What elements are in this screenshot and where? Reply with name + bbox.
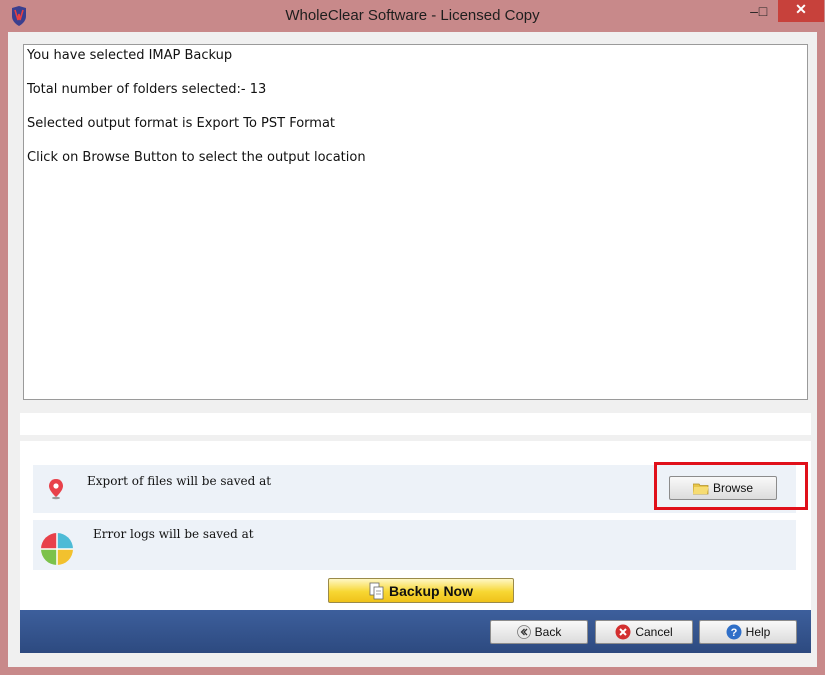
progress-strip: [20, 413, 811, 435]
browse-button[interactable]: Browse: [669, 476, 777, 500]
help-label: Help: [745, 625, 771, 639]
title-bar[interactable]: WholeClear Software - Licensed Copy – □ …: [0, 0, 825, 32]
log-line: Selected output format is Export To PST …: [27, 116, 336, 131]
folder-icon: [692, 483, 709, 494]
export-location-label: Export of files will be saved at: [87, 474, 272, 488]
cancel-label: Cancel: [635, 625, 673, 639]
location-pin-icon: [49, 479, 63, 500]
client-area: You have selected IMAP Backup Total numb…: [8, 32, 817, 667]
back-label: Back: [534, 625, 562, 639]
pie-chart-icon: [41, 533, 73, 565]
maximize-button[interactable]: □: [750, 2, 776, 22]
help-button[interactable]: ? Help: [699, 620, 797, 644]
svg-text:?: ?: [730, 627, 737, 639]
log-line: Total number of folders selected:- 13: [27, 82, 267, 97]
back-arrow-icon: [516, 625, 531, 639]
documents-icon: [369, 582, 384, 599]
cancel-icon: [615, 624, 631, 640]
back-button[interactable]: Back: [490, 620, 588, 644]
status-log: You have selected IMAP Backup Total numb…: [23, 44, 808, 400]
footer-bar: Back Cancel ? Help: [20, 610, 811, 653]
backup-now-label: Backup Now: [388, 582, 473, 599]
error-log-label: Error logs will be saved at: [93, 527, 254, 541]
error-log-row: Error logs will be saved at: [33, 520, 796, 570]
help-icon: ?: [726, 624, 742, 640]
app-window: WholeClear Software - Licensed Copy – □ …: [0, 0, 825, 675]
close-button[interactable]: ✕: [778, 0, 824, 22]
log-line: You have selected IMAP Backup: [27, 48, 233, 63]
browse-label: Browse: [712, 481, 753, 495]
cancel-button[interactable]: Cancel: [595, 620, 693, 644]
log-line: Click on Browse Button to select the out…: [27, 150, 366, 165]
backup-now-button[interactable]: Backup Now: [328, 578, 514, 603]
window-title: WholeClear Software - Licensed Copy: [285, 7, 540, 24]
